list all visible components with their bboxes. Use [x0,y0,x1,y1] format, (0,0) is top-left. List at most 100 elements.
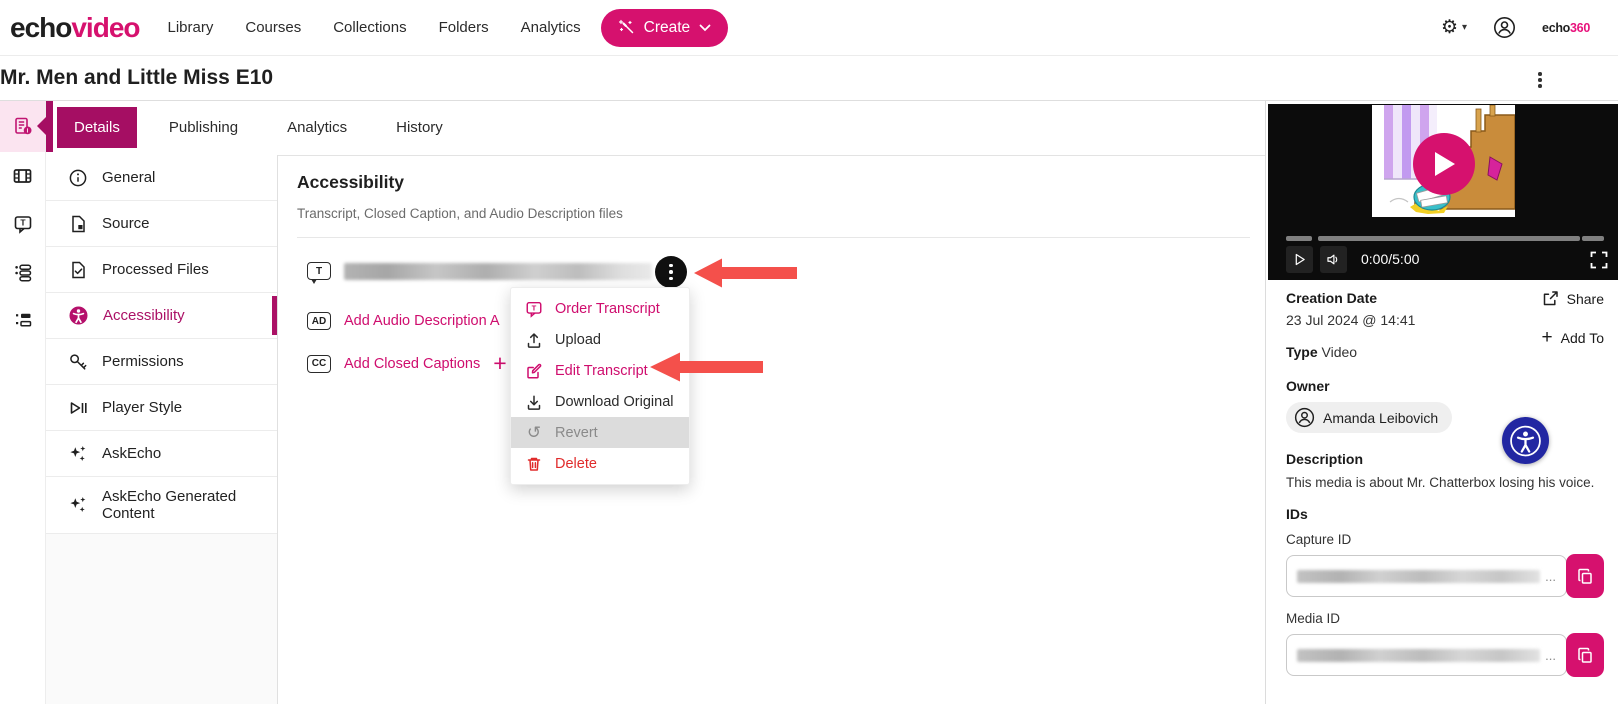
logo-video: video [71,11,140,43]
create-button[interactable]: Create [600,8,729,47]
echovideo-logo[interactable]: echovideo [10,11,141,44]
progress-segment[interactable] [1582,236,1604,241]
menu-label: Permissions [102,352,184,370]
section-heading: Accessibility [297,172,404,192]
share-label: Share [1566,291,1604,307]
media-details-panel: 0:00/5:00 Creation Date 23 Jul 2024 @ 14… [1265,100,1618,704]
menu-order-transcript[interactable]: T Order Transcript [511,293,689,324]
transcript-context-menu: T Order Transcript Upload Edit Transcrip… [510,287,690,485]
menu-label: General [102,168,156,186]
nav-analytics[interactable]: Analytics [521,19,581,36]
menu-item-general[interactable]: General [46,155,277,201]
tab-history[interactable]: History [379,107,460,148]
play-pause-icon [70,401,87,414]
play-overlay-button[interactable] [1413,133,1475,195]
transcript-bubble-icon: T [526,301,542,318]
tab-details[interactable]: Details [57,107,137,148]
film-strip-icon [13,169,32,183]
capture-id-field[interactable]: ... [1286,555,1567,597]
menu-label: AskEcho [102,444,162,462]
progress-bar[interactable] [1318,236,1580,241]
sparkles-icon [70,497,86,512]
active-rail-pointer [37,100,53,152]
magic-wand-icon [618,19,635,36]
copy-media-id-button[interactable] [1566,633,1604,677]
description-label: Description [1286,451,1364,467]
nav-library[interactable]: Library [168,19,214,36]
redacted-transcript-filename [344,262,652,280]
menu-item-label: Order Transcript [555,300,660,317]
share-button[interactable]: Share [1541,290,1604,308]
add-to-label: Add To [1560,329,1604,346]
logo-echo: echo [10,11,72,43]
echo360-logo: echo360 [1542,21,1590,35]
menu-download-original[interactable]: Download Original [511,386,689,417]
transcript-options-button[interactable] [655,256,687,288]
tab-publishing[interactable]: Publishing [152,107,255,148]
nav-folders[interactable]: Folders [439,19,489,36]
play-outline-icon [1295,253,1305,266]
add-audio-description-link[interactable]: Add Audio Description A [344,313,500,329]
progress-segment[interactable] [1286,236,1312,241]
sparkles-icon [70,445,86,461]
accessibility-widget-button[interactable] [1502,417,1549,464]
details-side-menu: General Source Processed Files Accessibi… [46,155,278,704]
person-icon [1494,17,1516,38]
copy-icon [1577,568,1592,584]
menu-item-label: Upload [555,331,601,348]
truncation-ellipsis: ... [1545,568,1556,584]
rail-index-button[interactable] [0,296,45,344]
menu-item-askecho[interactable]: AskEcho [46,431,277,477]
menu-item-label: Edit Transcript [555,362,648,379]
menu-item-source[interactable]: Source [46,201,277,247]
video-player: 0:00/5:00 [1268,104,1618,280]
pointer-arrow-options [694,258,797,288]
menu-item-processed-files[interactable]: Processed Files [46,247,277,293]
menu-item-label: Delete [555,455,597,472]
settings-menu-button[interactable]: ⚙ ▾ [1441,18,1467,37]
menu-upload[interactable]: Upload [511,324,689,355]
media-title-bar: Mr. Men and Little Miss E10 [0,55,1618,101]
list-icon [14,264,31,282]
revert-icon: ↺ [526,423,542,442]
add-closed-captions-link[interactable]: Add Closed Captions [344,356,480,372]
menu-item-permissions[interactable]: Permissions [46,339,277,385]
audio-description-badge-icon: AD [307,312,331,330]
copy-capture-id-button[interactable] [1566,554,1604,598]
player-volume-button[interactable] [1320,246,1347,273]
page-title: Mr. Men and Little Miss E10 [0,65,274,89]
menu-item-askecho-generated-content[interactable]: AskEcho Generated Content [46,477,277,534]
rail-chapters-button[interactable] [0,248,45,296]
page-more-options-button[interactable] [1532,70,1548,90]
add-to-button[interactable]: + Add To [1541,328,1604,347]
account-button[interactable] [1493,16,1516,39]
svg-text:T: T [532,303,537,312]
player-play-button[interactable] [1286,246,1313,273]
section-divider [297,237,1250,238]
owner-chip[interactable]: Amanda Leibovich [1286,402,1453,433]
ids-label: IDs [1286,506,1308,522]
rail-transcript-button[interactable]: T [0,200,45,248]
menu-item-accessibility[interactable]: Accessibility [46,293,277,339]
media-id-field[interactable]: ... [1286,634,1567,676]
play-icon [1435,152,1455,176]
accessibility-icon [1510,425,1541,456]
key-icon [70,353,87,370]
fullscreen-button[interactable] [1582,248,1608,272]
owner-name: Amanda Leibovich [1323,409,1439,426]
tab-analytics[interactable]: Analytics [270,107,364,148]
menu-item-player-style[interactable]: Player Style [46,385,277,431]
redacted-capture-id [1297,569,1541,583]
nav-courses[interactable]: Courses [245,19,301,36]
menu-delete[interactable]: Delete [511,448,689,479]
nav-collections[interactable]: Collections [333,19,406,36]
primary-nav: Library Courses Collections Folders Anal… [168,19,581,36]
source-file-icon [72,215,85,232]
navbar-right: ⚙ ▾ echo360 [1441,16,1590,39]
left-icon-rail: i T [0,100,46,704]
media-id-group: ... [1286,633,1604,678]
add-closed-captions-plus-icon[interactable]: + [493,352,506,375]
creation-date-label: Creation Date [1286,290,1378,306]
creation-date-value: 23 Jul 2024 @ 14:41 [1286,312,1416,328]
rail-media-button[interactable] [0,152,45,200]
